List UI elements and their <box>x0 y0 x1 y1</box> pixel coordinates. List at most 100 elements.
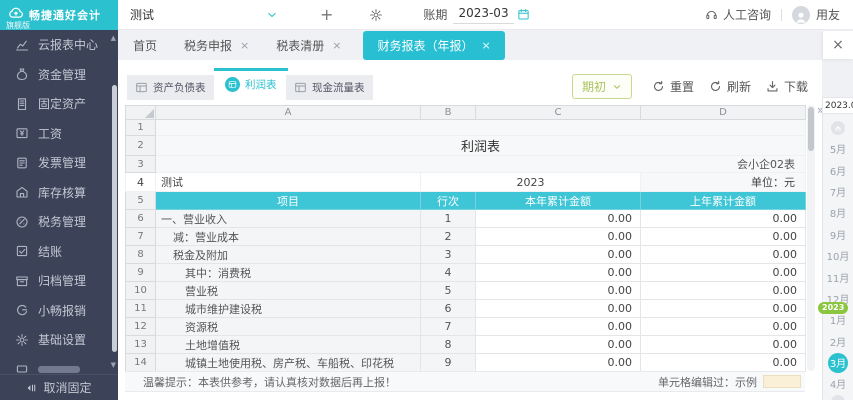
cell-prior-amount[interactable]: 0.00 <box>640 245 806 264</box>
sidebar-scroll-up-icon[interactable]: ▲ <box>111 35 116 42</box>
cell-item-label[interactable]: 营业税 <box>155 281 421 300</box>
cell-current-amount[interactable]: 0.00 <box>475 353 641 372</box>
main-tab[interactable]: 税务申报 × <box>184 37 249 54</box>
grid-scrollbar-thumb[interactable] <box>808 107 814 151</box>
cell-item-label[interactable]: 资源税 <box>155 317 421 336</box>
form-code-cell[interactable]: 会小企02表 <box>155 155 806 173</box>
row-number[interactable]: 9 <box>125 263 156 282</box>
month-item-active[interactable]: 3月 <box>823 352 853 373</box>
month-item[interactable]: 7月 <box>823 181 853 202</box>
main-tab[interactable]: 税表清册 × <box>276 37 341 54</box>
sidebar-item[interactable]: 基础设置 <box>0 325 118 355</box>
months-scroll-up-icon[interactable] <box>831 121 845 135</box>
row-number[interactable]: 14 <box>125 353 156 372</box>
download-button[interactable]: 下载 <box>766 78 808 95</box>
row-number[interactable]: 3 <box>125 155 156 173</box>
cell-current-amount[interactable]: 0.00 <box>475 281 641 300</box>
cell-line-number[interactable]: 3 <box>420 245 476 264</box>
tab-close-icon[interactable]: × <box>482 39 491 52</box>
tab-close-icon[interactable]: × <box>240 39 249 52</box>
tab-close-icon[interactable]: × <box>332 39 341 52</box>
settings-gear-icon[interactable] <box>369 8 383 22</box>
cell-item-label[interactable]: 其中：消费税 <box>155 263 421 282</box>
subtab[interactable]: 现金流量表 <box>286 75 373 100</box>
sidebar-item[interactable]: 归档管理 <box>0 266 118 296</box>
month-item[interactable]: 6月 <box>823 159 853 180</box>
row-number[interactable]: 7 <box>125 227 156 246</box>
sidebar-item[interactable]: 工资 <box>0 119 118 149</box>
month-item[interactable]: 8月 <box>823 202 853 223</box>
app-logo[interactable]: 畅捷通好会计 旗舰版 <box>0 0 118 30</box>
unit-cell[interactable]: 单位：元 <box>640 172 806 192</box>
cell-line-number[interactable]: 2 <box>420 227 476 246</box>
sidebar-item[interactable]: 结账 <box>0 237 118 267</box>
row-number[interactable]: 6 <box>125 209 156 228</box>
cell-line-number[interactable]: 5 <box>420 281 476 300</box>
row-number[interactable]: 5 <box>125 191 156 210</box>
cell-current-amount[interactable]: 0.00 <box>475 263 641 282</box>
column-header-d[interactable]: D <box>640 105 806 120</box>
calendar-icon[interactable] <box>517 8 530 21</box>
month-item[interactable]: 9月 <box>823 224 853 245</box>
row-number[interactable]: 1 <box>125 119 156 136</box>
user-avatar[interactable] <box>791 5 810 24</box>
month-item[interactable]: 4月 <box>823 373 853 394</box>
cell-item-label[interactable]: 城镇土地使用税、房产税、车船税、印花税 <box>155 353 421 372</box>
cell-current-amount[interactable]: 0.00 <box>475 299 641 318</box>
entity-cell[interactable]: 测试 <box>155 172 421 192</box>
months-scroll-down-icon[interactable] <box>831 395 845 400</box>
cell-prior-amount[interactable]: 0.00 <box>640 353 806 372</box>
period-value[interactable]: 2023-03 <box>453 5 514 24</box>
unpin-sidebar-button[interactable]: 取消固定 <box>0 374 118 400</box>
column-header-a[interactable]: A <box>155 105 421 120</box>
sidebar-scrollbar[interactable] <box>112 85 117 352</box>
month-item[interactable]: 10月 <box>823 245 853 266</box>
refresh-button[interactable]: 刷新 <box>709 78 751 95</box>
add-tab-button[interactable]: + <box>320 6 333 23</box>
sidebar-item[interactable]: 库存核算 <box>0 178 118 208</box>
sidebar-item[interactable]: 云报表中心 <box>0 30 118 60</box>
grid-corner-cell[interactable] <box>125 105 156 120</box>
sidebar-item[interactable]: 发票管理 <box>0 148 118 178</box>
account-chevron-down-icon[interactable] <box>266 9 278 21</box>
header-current[interactable]: 本年累计金额 <box>475 191 641 210</box>
cell-line-number[interactable]: 4 <box>420 263 476 282</box>
subtab[interactable]: 资产负债表 <box>127 75 214 100</box>
account-name[interactable]: 测试 <box>130 6 154 23</box>
sidebar-item[interactable]: 小畅报销 <box>0 296 118 326</box>
current-period-label[interactable]: 2023.03 <box>823 97 853 114</box>
period-select-button[interactable]: 期初 <box>571 74 632 99</box>
cell-current-amount[interactable]: 0.00 <box>475 335 641 354</box>
cell-line-number[interactable]: 6 <box>420 299 476 318</box>
row-number[interactable]: 11 <box>125 299 156 318</box>
row-number[interactable]: 4 <box>125 172 156 192</box>
header-prior[interactable]: 上年累计金额 <box>640 191 806 210</box>
sidebar-item[interactable]: 资金管理 <box>0 60 118 90</box>
cell-item-label[interactable]: 城市维护建设税 <box>155 299 421 318</box>
row-number[interactable]: 13 <box>125 335 156 354</box>
cell-prior-amount[interactable]: 0.00 <box>640 335 806 354</box>
grid-scrollbar[interactable] <box>807 105 815 371</box>
subtab-active[interactable]: 利润表 <box>214 68 288 98</box>
report-title-cell[interactable]: 利润表 <box>155 135 806 156</box>
header-line-no[interactable]: 行次 <box>420 191 476 210</box>
cell-item-label[interactable]: 减：营业成本 <box>155 227 421 246</box>
user-name[interactable]: 用友 <box>816 6 840 23</box>
cell-current-amount[interactable]: 0.00 <box>475 317 641 336</box>
cell-current-amount[interactable]: 0.00 <box>475 209 641 228</box>
cell-prior-amount[interactable]: 0.00 <box>640 281 806 300</box>
cell-prior-amount[interactable]: 0.00 <box>640 227 806 246</box>
month-item[interactable]: 11月 <box>823 266 853 287</box>
cell-prior-amount[interactable]: 0.00 <box>640 209 806 228</box>
main-tab[interactable]: 首页 <box>133 37 157 54</box>
close-tab-button[interactable]: × <box>823 31 853 59</box>
cell-prior-amount[interactable]: 0.00 <box>640 317 806 336</box>
header-item[interactable]: 项目 <box>155 191 421 210</box>
cell-prior-amount[interactable]: 0.00 <box>640 299 806 318</box>
reset-button[interactable]: 重置 <box>652 78 694 95</box>
cell-current-amount[interactable]: 0.00 <box>475 227 641 246</box>
month-item[interactable]: 5月 <box>823 138 853 159</box>
row-number[interactable]: 12 <box>125 317 156 336</box>
sidebar-item[interactable]: 税务管理 <box>0 207 118 237</box>
cell-line-number[interactable]: 8 <box>420 335 476 354</box>
